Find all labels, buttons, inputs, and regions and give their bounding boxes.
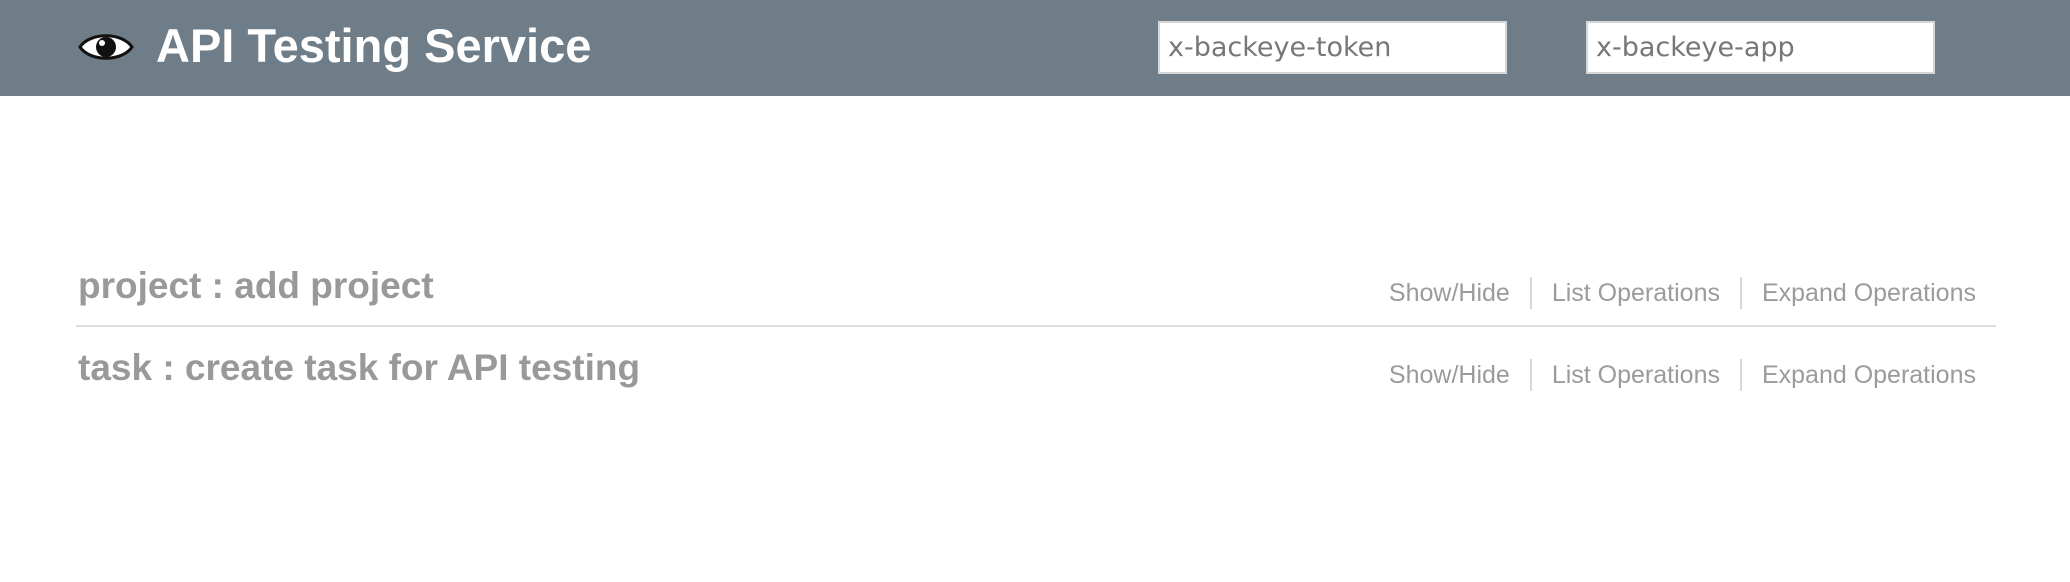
top-header-bar: API Testing Service <box>0 0 2070 96</box>
separator <box>1529 277 1532 309</box>
resource-operations: Show/Hide List Operations Expand Operati… <box>1389 276 1976 310</box>
app-input[interactable] <box>1586 21 1935 74</box>
separator <box>1739 359 1742 391</box>
separator <box>1739 277 1742 309</box>
separator <box>1529 359 1532 391</box>
resource-title-link[interactable]: project : add project <box>78 264 434 308</box>
show-hide-link[interactable]: Show/Hide <box>1389 276 1510 310</box>
resource-operations: Show/Hide List Operations Expand Operati… <box>1389 358 1976 392</box>
resource-section-task: task : create task for API testing Show/… <box>76 336 1996 400</box>
expand-operations-link[interactable]: Expand Operations <box>1762 276 1976 310</box>
show-hide-link[interactable]: Show/Hide <box>1389 358 1510 392</box>
app-title: API Testing Service <box>156 19 592 72</box>
list-operations-link[interactable]: List Operations <box>1552 276 1720 310</box>
resource-divider <box>76 325 1996 327</box>
resource-section-project: project : add project Show/Hide List Ope… <box>76 254 1996 318</box>
list-operations-link[interactable]: List Operations <box>1552 358 1720 392</box>
resource-title-link[interactable]: task : create task for API testing <box>78 346 640 390</box>
token-input[interactable] <box>1158 21 1507 74</box>
expand-operations-link[interactable]: Expand Operations <box>1762 358 1976 392</box>
eye-icon <box>78 34 134 60</box>
